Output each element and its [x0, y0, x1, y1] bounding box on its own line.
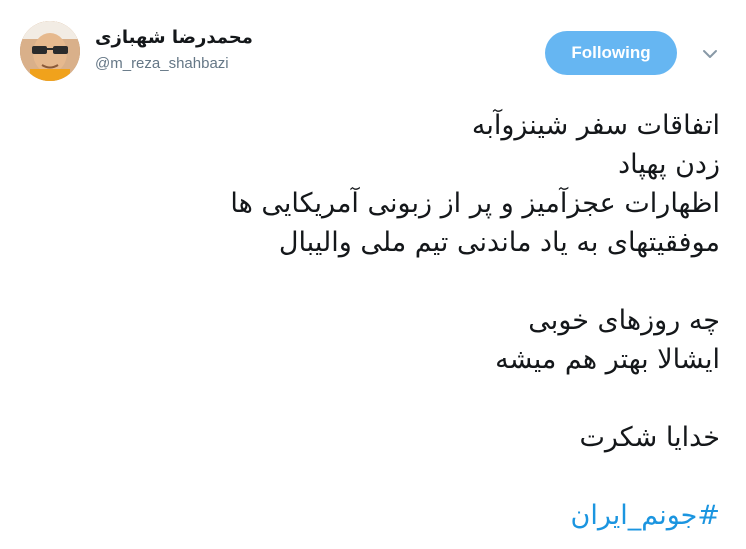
tweet-text: اتفاقات سفر شینزوآبه زدن پهپاد اظهارات ع… [20, 106, 720, 535]
following-button[interactable]: Following [545, 31, 677, 75]
tweet-line: ایشالا بهتر هم میشه [495, 344, 720, 375]
tweet-line: موفقیتهای به یاد ماندنی تیم ملی والیبال [278, 227, 720, 258]
avatar-image [20, 21, 80, 81]
chevron-down-icon[interactable] [700, 44, 720, 64]
user-info[interactable]: محمدرضا شهبازی @m_reza_shahbazi [95, 26, 253, 74]
tweet-line: اتفاقات سفر شینزوآبه [471, 110, 720, 141]
tweet-line: اظهارات عجزآمیز و پر از زبونی آمریکایی ه… [230, 188, 720, 219]
tweet-line: چه روزهای خوبی [528, 305, 720, 336]
user-handle[interactable]: @m_reza_shahbazi [95, 54, 253, 74]
display-name[interactable]: محمدرضا شهبازی [95, 26, 253, 50]
hashtag-link[interactable]: #جونم_ایران [571, 500, 721, 531]
tweet-header: محمدرضا شهبازی @m_reza_shahbazi Followin… [0, 0, 746, 100]
tweet-line: خدایا شکرت [579, 422, 720, 453]
avatar[interactable] [20, 21, 80, 81]
hashtag-line: #جونم_ایران [20, 496, 721, 535]
tweet-line: زدن پهپاد [618, 149, 720, 180]
